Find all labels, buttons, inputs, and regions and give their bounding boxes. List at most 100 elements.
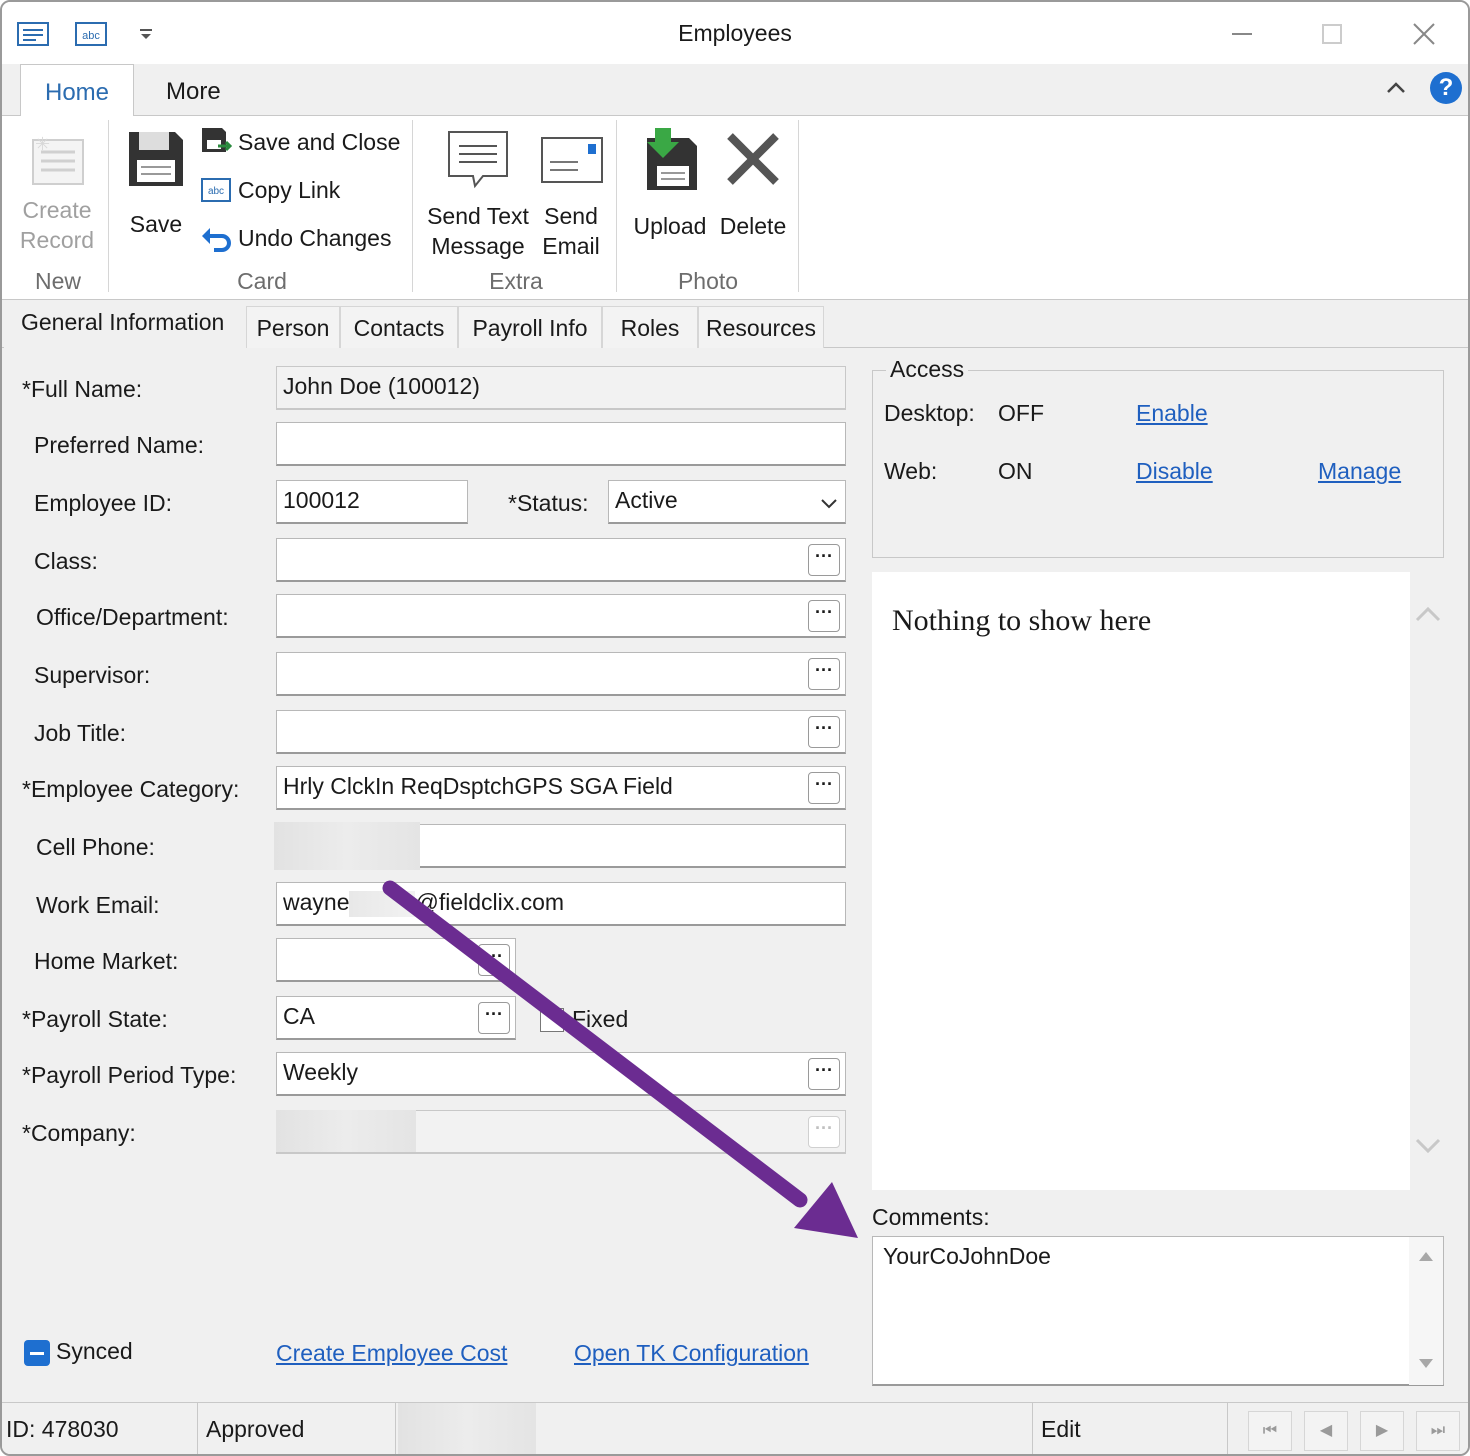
create-record-button[interactable]: ✳ Create Record <box>14 134 100 255</box>
minimize-icon[interactable] <box>1222 14 1262 54</box>
delete-label: Delete <box>719 213 787 239</box>
synced-label: Synced <box>56 1338 133 1364</box>
collapse-ribbon-icon[interactable] <box>1382 74 1410 102</box>
last-record-icon[interactable]: ⏭ <box>1416 1411 1460 1451</box>
save-and-close-button[interactable]: Save and Close <box>200 126 400 158</box>
copy-link-label: Copy Link <box>238 176 341 203</box>
comments-scrollbar[interactable] <box>1409 1237 1443 1385</box>
company-label: *Company: <box>22 1120 136 1146</box>
manage-web-link[interactable]: Manage <box>1318 458 1401 485</box>
job-title-lookup-button[interactable]: ··· <box>808 716 840 748</box>
undo-changes-button[interactable]: Undo Changes <box>200 222 391 254</box>
employee-category-lookup-button[interactable]: ··· <box>808 772 840 804</box>
work-email-field[interactable]: wayne @fieldclix.com <box>276 882 846 926</box>
create-record-icon: ✳ <box>32 134 84 185</box>
work-email-suffix: @fieldclix.com <box>415 889 565 915</box>
scroll-down-icon[interactable] <box>1418 1357 1434 1371</box>
undo-changes-label: Undo Changes <box>238 224 392 251</box>
send-text-label-2: Message <box>431 233 525 259</box>
supervisor-field[interactable] <box>276 652 846 696</box>
open-tk-configuration-link[interactable]: Open TK Configuration <box>574 1340 809 1367</box>
payroll-state-lookup-button[interactable]: ··· <box>478 1002 510 1034</box>
ribbon-separator <box>412 120 413 292</box>
save-label: Save <box>129 211 183 237</box>
upload-label: Upload <box>633 213 707 239</box>
status-select[interactable]: Active <box>608 480 846 524</box>
preview-empty-text: Nothing to show here <box>892 604 1152 637</box>
synced-checkbox[interactable] <box>24 1340 50 1366</box>
upload-photo-button[interactable]: Upload <box>628 126 712 241</box>
tab-person[interactable]: Person <box>246 306 340 348</box>
first-record-icon[interactable]: ⏮ <box>1248 1411 1292 1451</box>
send-text-message-button[interactable]: Send Text Message <box>424 128 532 261</box>
photo-preview-panel: Nothing to show here <box>872 572 1410 1190</box>
scroll-up-icon[interactable] <box>1414 604 1442 624</box>
job-title-label: Job Title: <box>34 720 127 746</box>
web-access-label: Web: <box>884 458 938 484</box>
ribbon-separator <box>798 120 799 292</box>
supervisor-lookup-button[interactable]: ··· <box>808 658 840 690</box>
save-button[interactable]: Save <box>120 126 192 239</box>
comments-value: YourCoJohnDoe <box>883 1243 1051 1269</box>
ribbon-tab-more[interactable]: More <box>142 64 245 116</box>
close-icon[interactable] <box>1404 14 1444 54</box>
maximize-icon[interactable] <box>1312 14 1352 54</box>
payroll-period-type-label: *Payroll Period Type: <box>22 1062 237 1088</box>
create-employee-cost-link[interactable]: Create Employee Cost <box>276 1340 507 1367</box>
tab-contacts[interactable]: Contacts <box>340 306 458 348</box>
disable-web-link[interactable]: Disable <box>1136 458 1213 485</box>
upload-icon <box>647 128 697 190</box>
status-value: Active <box>615 487 678 513</box>
job-title-field[interactable] <box>276 710 846 754</box>
cell-phone-label: Cell Phone: <box>36 834 155 860</box>
employee-category-label: *Employee Category: <box>22 776 240 802</box>
payroll-period-type-field[interactable]: Weekly <box>276 1052 846 1096</box>
undo-icon <box>202 228 231 252</box>
send-email-button[interactable]: Send Email <box>536 128 606 261</box>
title-bar: abc Employees <box>2 2 1468 64</box>
delete-photo-button[interactable]: Delete <box>716 126 790 241</box>
payroll-period-type-lookup-button[interactable]: ··· <box>808 1058 840 1090</box>
comments-label: Comments: <box>872 1204 990 1230</box>
tab-payroll-info[interactable]: Payroll Info <box>458 306 602 348</box>
send-text-label-1: Send Text <box>427 203 529 229</box>
comments-textarea[interactable]: YourCoJohnDoe <box>872 1236 1444 1386</box>
status-label: *Status: <box>508 490 589 516</box>
record-id: ID: 478030 <box>6 1403 198 1454</box>
ribbon: ✳ Create Record New Save Save and Close … <box>2 116 1468 300</box>
scroll-down-icon[interactable] <box>1414 1136 1442 1156</box>
save-and-close-label: Save and Close <box>238 128 401 155</box>
enable-desktop-link[interactable]: Enable <box>1136 400 1208 427</box>
create-record-label-1: Create <box>22 197 92 223</box>
tab-resources[interactable]: Resources <box>698 306 824 348</box>
fixed-label: Fixed <box>572 1006 629 1032</box>
company-lookup-button: ··· <box>808 1116 840 1148</box>
redacted-area <box>276 1110 416 1152</box>
office-department-field[interactable] <box>276 594 846 638</box>
copy-link-button[interactable]: abc Copy Link <box>200 174 340 206</box>
desktop-access-label: Desktop: <box>884 400 975 426</box>
home-market-lookup-button[interactable]: ··· <box>478 944 510 976</box>
class-lookup-button[interactable]: ··· <box>808 544 840 576</box>
employees-window: abc Employees Home More ? ✳ Create Recor… <box>0 0 1470 1456</box>
preferred-name-field[interactable] <box>276 422 846 466</box>
form-tab-strip: General Information Person Contacts Payr… <box>2 300 1468 349</box>
redacted-area <box>349 890 416 917</box>
employee-category-field[interactable]: Hrly ClckIn ReqDsptchGPS SGA Field <box>276 766 846 810</box>
next-record-icon[interactable]: ▶ <box>1360 1411 1404 1451</box>
previous-record-icon[interactable]: ◀ <box>1304 1411 1348 1451</box>
record-status: Approved <box>206 1403 396 1454</box>
tab-roles[interactable]: Roles <box>602 306 698 348</box>
help-icon[interactable]: ? <box>1430 72 1462 104</box>
employee-id-field[interactable]: 100012 <box>276 480 468 524</box>
web-access-state: ON <box>998 458 1033 484</box>
office-department-lookup-button[interactable]: ··· <box>808 600 840 632</box>
fixed-checkbox[interactable] <box>540 1008 564 1032</box>
tab-general-information[interactable]: General Information <box>4 300 246 349</box>
ribbon-tab-home[interactable]: Home <box>20 64 135 117</box>
work-email-prefix: wayne <box>283 889 350 915</box>
class-field[interactable] <box>276 538 846 582</box>
scroll-up-icon[interactable] <box>1418 1249 1434 1263</box>
work-email-label: Work Email: <box>36 892 160 918</box>
access-title: Access <box>886 356 969 383</box>
